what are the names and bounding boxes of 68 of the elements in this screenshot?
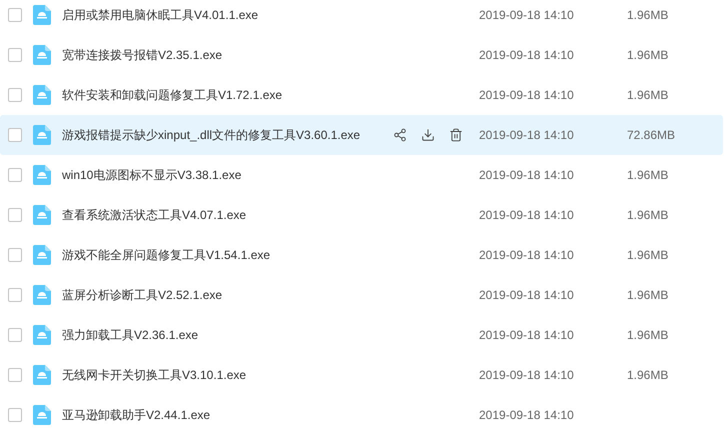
file-name[interactable]: win10电源图标不显示V3.38.1.exe (62, 166, 389, 184)
file-name[interactable]: 查看系统激活状态工具V4.07.1.exe (62, 206, 389, 224)
file-size: 1.96MB (627, 48, 670, 62)
file-row[interactable]: 游戏不能全屏问题修复工具V1.54.1.exe 2019-09-18 14:10 1.96MB (0, 235, 723, 275)
modified-time: 2019-09-18 14:10 (479, 128, 575, 142)
checkbox[interactable] (8, 48, 22, 62)
file-row[interactable]: 启用或禁用电脑休眠工具V4.01.1.exe 2019-09-18 14:10 1.96MB (0, 0, 723, 35)
file-icon (33, 365, 51, 385)
file-row[interactable]: 蓝屏分析诊断工具V2.52.1.exe 2019-09-18 14:10 1.96MB (0, 275, 723, 315)
modified-time: 2019-09-18 14:10 (479, 328, 575, 342)
file-row[interactable]: 亚马逊卸载助手V2.44.1.exe 2019-09-18 14:10 (0, 395, 723, 435)
share-icon[interactable] (393, 128, 407, 142)
file-row[interactable]: 强力卸载工具V2.36.1.exe 2019-09-18 14:10 1.96MB (0, 315, 723, 355)
download-icon[interactable] (421, 128, 435, 142)
modified-time: 2019-09-18 14:10 (479, 248, 575, 262)
file-row[interactable]: 无线网卡开关切换工具V3.10.1.exe 2019-09-18 14:10 1.96MB (0, 355, 723, 395)
file-size: 1.96MB (627, 248, 670, 262)
file-row[interactable]: 宽带连接拨号报错V2.35.1.exe 2019-09-18 14:10 1.96MB (0, 35, 723, 75)
file-name[interactable]: 宽带连接拨号报错V2.35.1.exe (62, 46, 389, 64)
file-row[interactable]: 软件安装和卸载问题修复工具V1.72.1.exe 2019-09-18 14:10 1.96MB (0, 75, 723, 115)
file-size: 1.96MB (627, 328, 670, 342)
modified-time: 2019-09-18 14:10 (479, 368, 575, 382)
file-icon (33, 125, 51, 145)
modified-time: 2019-09-18 14:10 (479, 8, 575, 22)
file-icon (33, 85, 51, 105)
modified-time: 2019-09-18 14:10 (479, 48, 575, 62)
file-icon (33, 285, 51, 305)
file-size: 1.96MB (627, 368, 670, 382)
file-icon (33, 325, 51, 345)
file-icon (33, 405, 51, 425)
modified-time: 2019-09-18 14:10 (479, 208, 575, 222)
checkbox[interactable] (8, 368, 22, 382)
checkbox[interactable] (8, 248, 22, 262)
checkbox[interactable] (8, 8, 22, 22)
file-name[interactable]: 无线网卡开关切换工具V3.10.1.exe (62, 366, 389, 384)
delete-icon[interactable] (449, 128, 463, 142)
file-size: 1.96MB (627, 208, 670, 222)
checkbox[interactable] (8, 408, 22, 422)
file-name[interactable]: 软件安装和卸载问题修复工具V1.72.1.exe (62, 86, 389, 104)
file-name[interactable]: 亚马逊卸载助手V2.44.1.exe (62, 406, 389, 424)
checkbox[interactable] (8, 208, 22, 222)
file-row[interactable]: 游戏报错提示缺少xinput_.dll文件的修复工具V3.60.1.exe 2019-09-18 14:10 72.86MB (0, 115, 723, 155)
file-name[interactable]: 蓝屏分析诊断工具V2.52.1.exe (62, 286, 389, 304)
checkbox[interactable] (8, 288, 22, 302)
checkbox[interactable] (8, 168, 22, 182)
file-row[interactable]: win10电源图标不显示V3.38.1.exe 2019-09-18 14:10 1.96MB (0, 155, 723, 195)
file-name[interactable]: 启用或禁用电脑休眠工具V4.01.1.exe (62, 6, 389, 24)
modified-time: 2019-09-18 14:10 (479, 88, 575, 102)
checkbox[interactable] (8, 88, 22, 102)
modified-time: 2019-09-18 14:10 (479, 168, 575, 182)
file-icon (33, 245, 51, 265)
file-size: 1.96MB (627, 168, 670, 182)
file-name[interactable]: 游戏不能全屏问题修复工具V1.54.1.exe (62, 246, 389, 264)
modified-time: 2019-09-18 14:10 (479, 408, 575, 422)
checkbox[interactable] (8, 328, 22, 342)
file-icon (33, 5, 51, 25)
file-icon (33, 45, 51, 65)
file-size: 1.96MB (627, 88, 670, 102)
file-name[interactable]: 强力卸载工具V2.36.1.exe (62, 326, 389, 344)
file-row[interactable]: 查看系统激活状态工具V4.07.1.exe 2019-09-18 14:10 1.96MB (0, 195, 723, 235)
file-size: 72.86MB (627, 128, 676, 142)
file-icon (33, 205, 51, 225)
checkbox[interactable] (8, 128, 22, 142)
file-icon (33, 165, 51, 185)
file-size: 1.96MB (627, 288, 670, 302)
file-name[interactable]: 游戏报错提示缺少xinput_.dll文件的修复工具V3.60.1.exe (62, 126, 389, 144)
file-size: 1.96MB (627, 8, 670, 22)
modified-time: 2019-09-18 14:10 (479, 288, 575, 302)
